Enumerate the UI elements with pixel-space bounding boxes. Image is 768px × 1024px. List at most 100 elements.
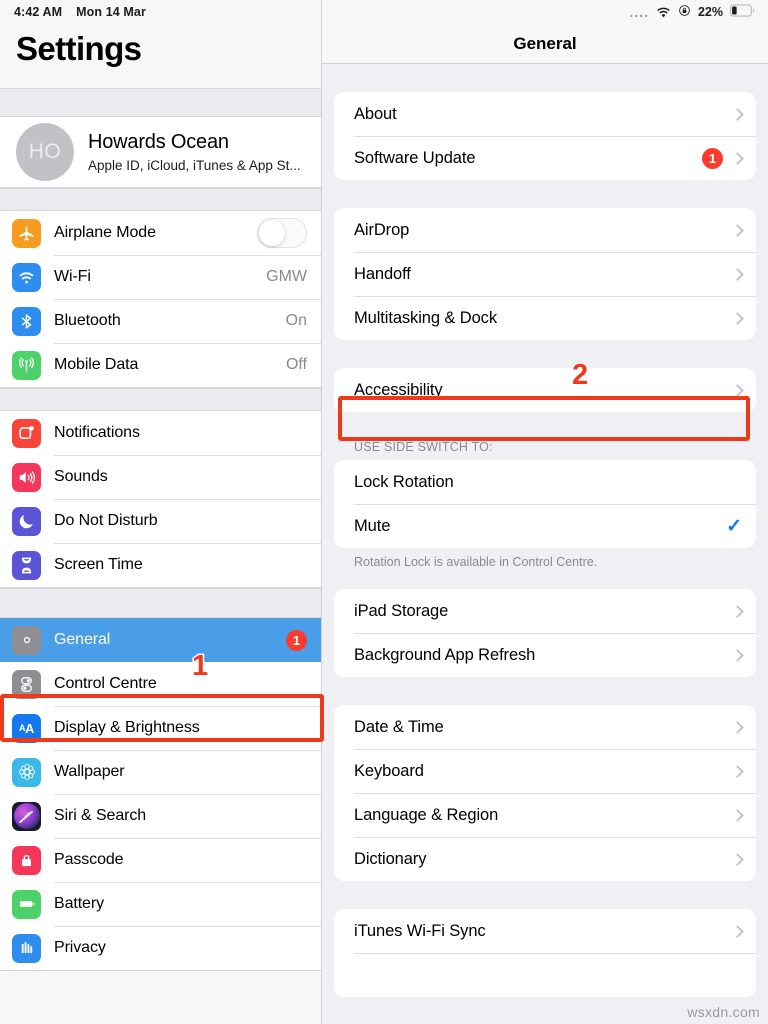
row-about[interactable]: About <box>334 92 756 136</box>
sidebar-spacer-3 <box>0 588 321 617</box>
battery-icon <box>730 4 756 20</box>
row-label: Mute <box>354 516 391 535</box>
sidebar-item-siri-search[interactable]: Siri & Search <box>0 794 321 838</box>
sidebar-item-privacy[interactable]: Privacy <box>0 926 321 970</box>
row-airdrop[interactable]: AirDrop <box>334 208 756 252</box>
row-label: iPad Storage <box>354 601 449 620</box>
sidebar-item-battery[interactable]: Battery <box>0 882 321 926</box>
passcode-icon <box>12 845 41 875</box>
group-locale: Date & Time Keyboard Language & Region D… <box>334 705 756 881</box>
sidebar-group-connectivity: Airplane Mode Wi-Fi GMW Bluetooth On Mob… <box>0 210 321 388</box>
section-header-side-switch: USE SIDE SWITCH TO: <box>354 440 493 454</box>
row-keyboard[interactable]: Keyboard <box>334 749 756 793</box>
row-label: Dictionary <box>354 849 427 868</box>
sidebar-item-general[interactable]: General 1 <box>0 618 321 662</box>
row-background-app-refresh[interactable]: Background App Refresh <box>334 633 756 677</box>
sidebar-item-mobile-data[interactable]: Mobile Data Off <box>0 343 321 387</box>
sidebar-item-sounds[interactable]: Sounds <box>0 455 321 499</box>
signal-dots-icon: .... <box>629 4 649 20</box>
chevron-right-icon <box>731 311 744 325</box>
sidebar-item-label: Screen Time <box>54 556 143 573</box>
avatar: HO <box>16 123 74 181</box>
sidebar-item-bluetooth[interactable]: Bluetooth On <box>0 299 321 343</box>
sidebar-item-label: Bluetooth <box>54 312 121 329</box>
sidebar-spacer-1 <box>0 188 321 210</box>
hourglass-icon <box>12 550 41 580</box>
cellular-icon <box>12 350 41 380</box>
apple-account-row[interactable]: HO Howards Ocean Apple ID, iCloud, iTune… <box>0 116 321 188</box>
row-language-region[interactable]: Language & Region <box>334 793 756 837</box>
sidebar-item-label: Passcode <box>54 851 124 868</box>
group-about: About Software Update 1 <box>334 92 756 180</box>
chevron-right-icon <box>731 720 744 734</box>
row-itunes-wifi-sync[interactable]: iTunes Wi-Fi Sync <box>334 909 756 953</box>
chevron-right-icon <box>731 924 744 938</box>
sidebar-item-label: Privacy <box>54 939 106 956</box>
sidebar-item-value: Off <box>285 356 307 373</box>
sidebar-item-value: On <box>285 312 307 329</box>
sidebar-item-label: Wallpaper <box>54 763 125 780</box>
status-time: 4:42 AM <box>14 5 63 19</box>
chevron-right-icon <box>731 764 744 778</box>
row-itunes-sync-next[interactable] <box>334 953 756 997</box>
sidebar-item-label: Display & Brightness <box>54 719 200 736</box>
wifi-icon <box>12 262 41 292</box>
group-sharing: AirDrop Handoff Multitasking & Dock <box>334 208 756 340</box>
row-software-update[interactable]: Software Update 1 <box>334 136 756 180</box>
row-multitasking-dock[interactable]: Multitasking & Dock <box>334 296 756 340</box>
sidebar-item-airplane-mode[interactable]: Airplane Mode <box>0 211 321 255</box>
row-mute[interactable]: Mute ✓ <box>334 504 756 548</box>
sidebar-item-label: Mobile Data <box>54 356 139 373</box>
nav-title: General <box>513 33 577 53</box>
sidebar-item-screen-time[interactable]: Screen Time <box>0 543 321 587</box>
row-label: AirDrop <box>354 220 410 239</box>
account-subtitle: Apple ID, iCloud, iTunes & App St... <box>88 158 301 173</box>
row-accessibility[interactable]: Accessibility <box>334 368 756 412</box>
group-side-switch: Lock Rotation Mute ✓ <box>334 460 756 548</box>
control-centre-icon <box>12 669 41 699</box>
sidebar-spacer-2 <box>0 388 321 410</box>
row-label: iTunes Wi-Fi Sync <box>354 921 486 940</box>
sidebar-item-do-not-disturb[interactable]: Do Not Disturb <box>0 499 321 543</box>
row-label: Keyboard <box>354 761 424 780</box>
status-date: Mon 14 Mar <box>76 5 146 19</box>
sidebar-item-wallpaper[interactable]: Wallpaper <box>0 750 321 794</box>
sidebar-item-passcode[interactable]: Passcode <box>0 838 321 882</box>
rotation-lock-icon <box>678 4 691 20</box>
sidebar-item-notifications[interactable]: Notifications <box>0 411 321 455</box>
chevron-right-icon <box>731 223 744 237</box>
sidebar-item-wifi[interactable]: Wi-Fi GMW <box>0 255 321 299</box>
row-lock-rotation[interactable]: Lock Rotation <box>334 460 756 504</box>
sidebar-item-label: Control Centre <box>54 675 157 692</box>
sidebar-item-label: Notifications <box>54 424 140 441</box>
sidebar-item-label: Do Not Disturb <box>54 512 158 529</box>
account-text: Howards Ocean Apple ID, iCloud, iTunes &… <box>88 131 301 173</box>
chevron-right-icon <box>731 267 744 281</box>
airplane-icon <box>12 218 41 248</box>
sidebar-item-label: Airplane Mode <box>54 224 156 241</box>
sidebar-item-control-centre[interactable]: Control Centre <box>0 662 321 706</box>
privacy-icon <box>12 933 41 963</box>
notifications-icon <box>12 418 41 448</box>
airplane-mode-toggle[interactable] <box>257 218 307 248</box>
ipad-settings-screen: 4:42 AM Mon 14 Mar Settings HO Howards O… <box>0 0 768 1024</box>
row-label: Language & Region <box>354 805 499 824</box>
row-date-time[interactable]: Date & Time <box>334 705 756 749</box>
row-label: Lock Rotation <box>354 472 454 491</box>
battery-icon <box>12 889 41 919</box>
sidebar-item-label: General <box>54 631 111 648</box>
chevron-right-icon <box>731 107 744 121</box>
status-badge: 1 <box>702 147 723 169</box>
sidebar-item-label: Sounds <box>54 468 108 485</box>
sidebar-item-display-brightness[interactable]: AA Display & Brightness <box>0 706 321 750</box>
row-ipad-storage[interactable]: iPad Storage <box>334 589 756 633</box>
row-dictionary[interactable]: Dictionary <box>334 837 756 881</box>
row-handoff[interactable]: Handoff <box>334 252 756 296</box>
group-accessibility: Accessibility <box>334 368 756 412</box>
row-label: About <box>354 104 397 123</box>
